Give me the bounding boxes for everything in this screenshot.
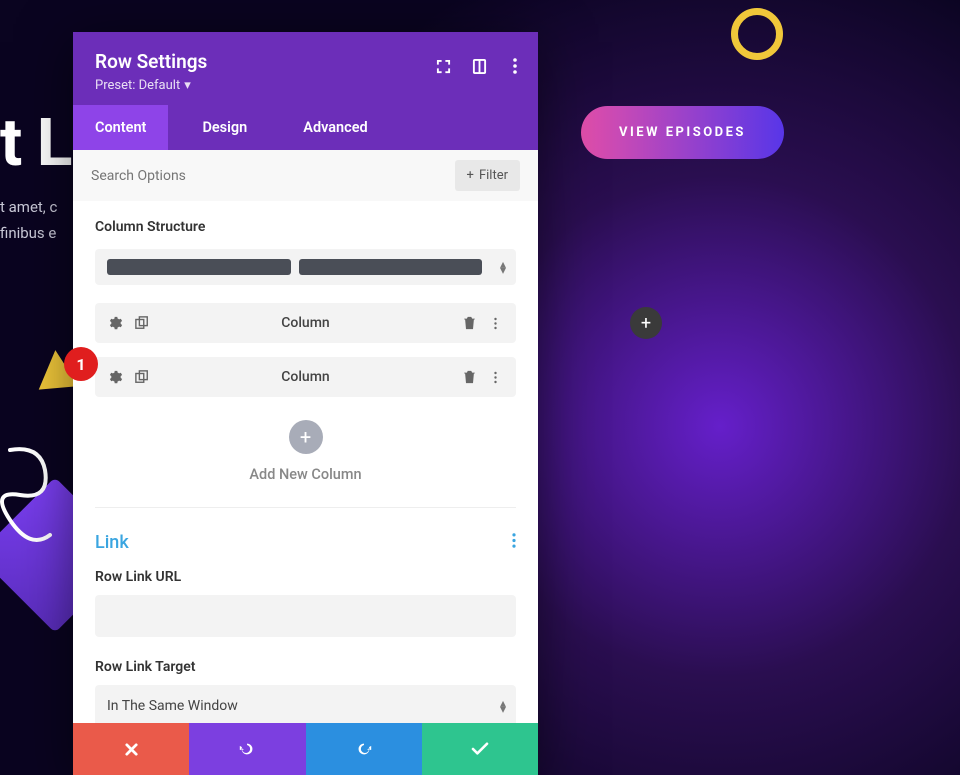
kebab-menu-icon[interactable] [488, 370, 502, 384]
close-icon [124, 742, 139, 757]
bg-para-line2: finibus e [0, 224, 56, 242]
row-link-target-select-wrap: In The Same Window ▴▾ [95, 685, 516, 723]
add-module-button[interactable]: + [630, 307, 662, 339]
column-item: Column [95, 303, 516, 343]
row-link-url-label: Row Link URL [95, 569, 516, 585]
columns-list: Column Column [73, 303, 538, 416]
column-item: Column [95, 357, 516, 397]
modal-header-actions [434, 57, 524, 75]
check-icon [471, 742, 489, 756]
view-episodes-button[interactable]: VIEW EPISODES [581, 106, 784, 159]
responsive-icon[interactable] [470, 57, 488, 75]
tab-advanced[interactable]: Advanced [281, 105, 389, 150]
row-settings-modal: Row Settings Preset: Default ▾ Content D… [73, 32, 538, 775]
row-link-target-field: Row Link Target In The Same Window ▴▾ [73, 655, 538, 723]
duplicate-icon[interactable] [135, 316, 149, 330]
undo-button[interactable] [189, 723, 305, 775]
kebab-menu-icon[interactable] [506, 57, 524, 75]
column-label: Column [281, 369, 329, 385]
trash-icon[interactable] [462, 316, 476, 330]
link-section-header[interactable]: Link [73, 518, 538, 559]
search-input[interactable] [91, 168, 455, 184]
section-divider [95, 507, 516, 508]
add-new-column-section: + Add New Column [73, 416, 538, 497]
gear-icon[interactable] [109, 370, 123, 384]
kebab-menu-icon[interactable] [512, 533, 516, 552]
bg-para-line1: t amet, c [0, 198, 57, 216]
expand-icon[interactable] [434, 57, 452, 75]
column-bar-icon [107, 259, 291, 275]
preset-selector[interactable]: Preset: Default ▾ [95, 78, 191, 93]
preset-label: Preset: Default [95, 78, 180, 93]
column-label: Column [281, 315, 329, 331]
kebab-menu-icon[interactable] [488, 316, 502, 330]
redo-button[interactable] [306, 723, 422, 775]
row-link-target-select[interactable]: In The Same Window [95, 685, 516, 723]
tab-design[interactable]: Design [168, 105, 281, 150]
row-link-url-input[interactable] [95, 595, 516, 637]
modal-body[interactable]: + Filter Column Structure ▴▾ Column [73, 150, 538, 723]
filter-button[interactable]: + Filter [455, 160, 520, 191]
add-column-button[interactable]: + [289, 420, 323, 454]
column-structure-label: Column Structure [95, 219, 516, 235]
modal-footer [73, 723, 538, 775]
select-caret-icon: ▴▾ [500, 700, 506, 712]
row-link-target-label: Row Link Target [95, 659, 516, 675]
redo-icon [355, 740, 373, 758]
select-caret-icon: ▴▾ [500, 261, 506, 273]
cancel-button[interactable] [73, 723, 189, 775]
search-row: + Filter [73, 150, 538, 201]
modal-header: Row Settings Preset: Default ▾ [73, 32, 538, 105]
add-new-column-label: Add New Column [73, 466, 538, 483]
chevron-down-icon: ▾ [184, 78, 191, 93]
row-link-url-field: Row Link URL [73, 559, 538, 655]
gear-icon[interactable] [109, 316, 123, 330]
filter-label: Filter [479, 168, 508, 183]
save-button[interactable] [422, 723, 538, 775]
column-structure-section: Column Structure ▴▾ [73, 201, 538, 303]
background-heading-fragment: t L [0, 105, 71, 182]
background-paragraph: t amet, c finibus e [0, 195, 57, 246]
link-heading: Link [95, 532, 129, 553]
trash-icon[interactable] [462, 370, 476, 384]
decorative-ring-icon [731, 8, 783, 60]
duplicate-icon[interactable] [135, 370, 149, 384]
plus-icon: + [467, 168, 474, 183]
modal-tabs: Content Design Advanced [73, 105, 538, 150]
undo-icon [238, 740, 256, 758]
column-bar-icon [299, 259, 483, 275]
tab-content[interactable]: Content [73, 105, 168, 150]
column-structure-selector[interactable]: ▴▾ [95, 249, 516, 285]
step-badge-1: 1 [64, 347, 98, 381]
